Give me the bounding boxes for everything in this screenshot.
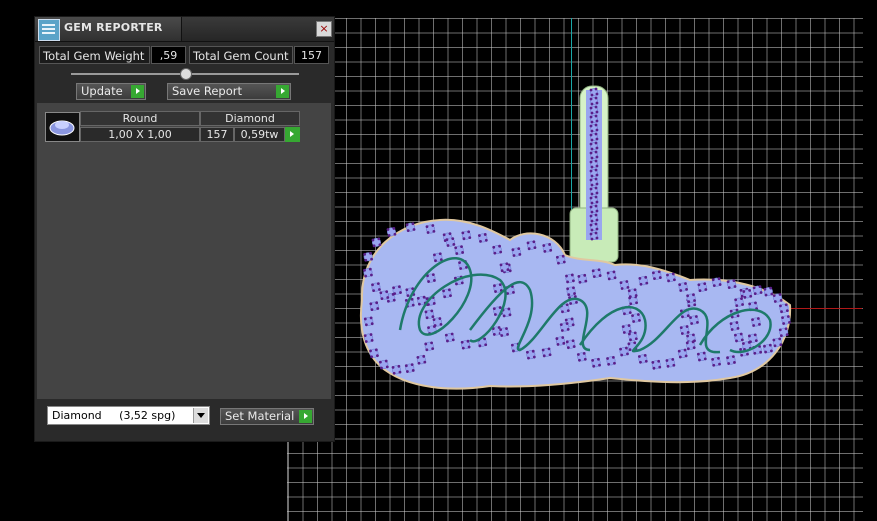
gem-count-cell: 157 [200, 127, 234, 142]
chevron-down-icon[interactable] [193, 408, 208, 423]
update-button-label: Update [81, 84, 123, 98]
gem-weight-cell: 0,59tw [234, 127, 285, 142]
gem-list [37, 103, 331, 399]
gem-size-cell: 1,00 X 1,00 [80, 127, 200, 142]
column-header-material: Diamond [200, 111, 300, 126]
gem-report-icon [38, 19, 60, 41]
update-button[interactable]: Update [76, 83, 146, 100]
panel-title: GEM REPORTER [64, 21, 163, 34]
play-arrow-icon [276, 85, 289, 98]
title-tab: GEM REPORTER [35, 17, 182, 41]
material-select[interactable]: Diamond (3,52 spg) [47, 406, 210, 425]
column-header-shape: Round [80, 111, 200, 126]
slider-thumb[interactable] [180, 68, 192, 80]
bail-gems [589, 87, 599, 241]
total-gem-weight-label: Total Gem Weight [39, 46, 150, 64]
total-gem-count-value: 157 [294, 46, 329, 64]
set-material-button[interactable]: Set Material [220, 408, 314, 425]
material-select-value: Diamond (3,52 spg) [52, 409, 176, 422]
total-gem-weight-value: ,59 [151, 46, 186, 64]
round-gem-thumbnail[interactable] [45, 112, 80, 142]
close-button[interactable]: × [316, 21, 332, 37]
panel-titlebar[interactable]: GEM REPORTER × [35, 17, 334, 42]
total-gem-count-label: Total Gem Count [189, 46, 293, 64]
play-arrow-icon [131, 85, 144, 98]
save-report-button[interactable]: Save Report [167, 83, 291, 100]
row-select-arrow-icon[interactable] [285, 127, 300, 142]
save-report-label: Save Report [172, 84, 243, 98]
gem-reporter-panel: GEM REPORTER × Total Gem Weight ,59 Tota… [34, 16, 335, 442]
set-material-label: Set Material [225, 409, 295, 423]
play-arrow-icon [299, 410, 312, 423]
